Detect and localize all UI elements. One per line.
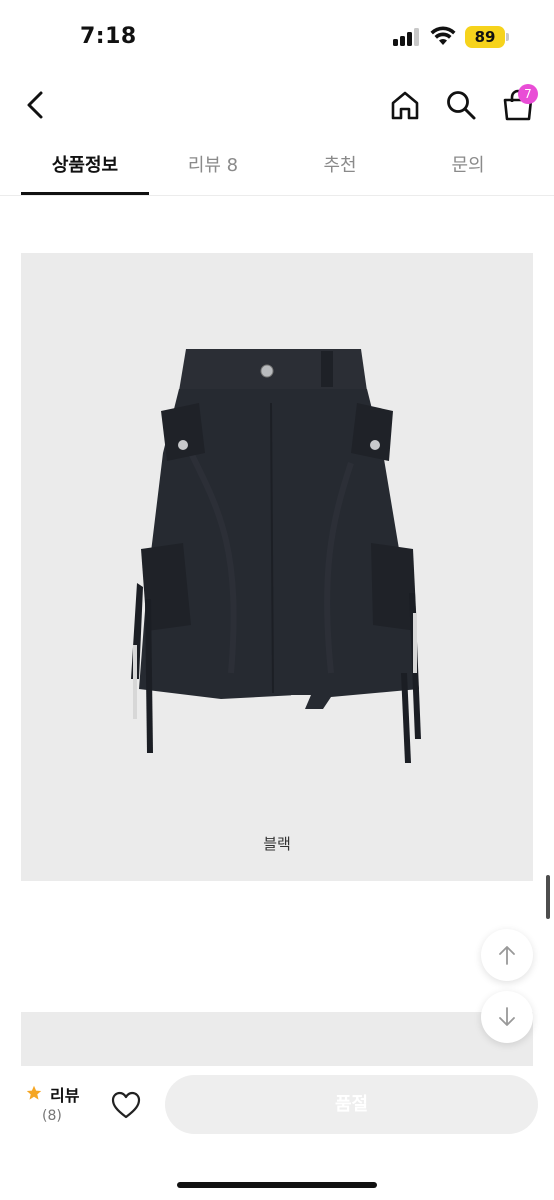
arrow-up-icon [499,946,515,965]
review-summary[interactable]: 리뷰 (8) [26,1082,96,1132]
scrollbar[interactable] [546,875,550,919]
product-color-label: 블랙 [263,835,291,853]
cellular-signal-icon [393,28,419,46]
home-icon[interactable] [388,88,422,122]
product-tab-bar: 상품정보 리뷰 8 추천 문의 [0,140,554,196]
star-icon [26,1085,42,1100]
tab-reviews[interactable]: 리뷰 8 [149,140,277,196]
heart-icon[interactable] [110,1090,142,1120]
review-label: 리뷰 [50,1086,80,1105]
tab-product-info[interactable]: 상품정보 [21,140,149,196]
product-image: 블랙 [21,253,533,881]
bottom-action-bar: 리뷰 (8) 품절 [0,1066,554,1200]
scroll-down-button[interactable] [481,991,533,1043]
cart-count-badge: 7 [518,84,538,104]
top-nav-bar [0,76,554,136]
status-bar: 7:18 89 [0,0,554,76]
tab-recommend[interactable]: 추천 [276,140,404,196]
product-image-2 [21,1012,533,1072]
scroll-up-button[interactable] [481,929,533,981]
active-tab-underline [21,192,149,195]
battery-tip [506,33,509,41]
chevron-left-icon[interactable] [20,88,54,122]
review-count: (8) [42,1108,62,1124]
sold-out-button[interactable]: 품절 [165,1075,538,1134]
tab-inquiry[interactable]: 문의 [404,140,532,196]
black-cargo-skirt-illustration [131,349,421,763]
home-indicator [177,1182,377,1188]
battery-indicator: 89 [465,26,505,48]
status-time: 7:18 [80,24,137,49]
arrow-down-icon [499,1007,515,1026]
search-icon[interactable] [444,88,478,122]
wifi-icon [430,26,456,45]
